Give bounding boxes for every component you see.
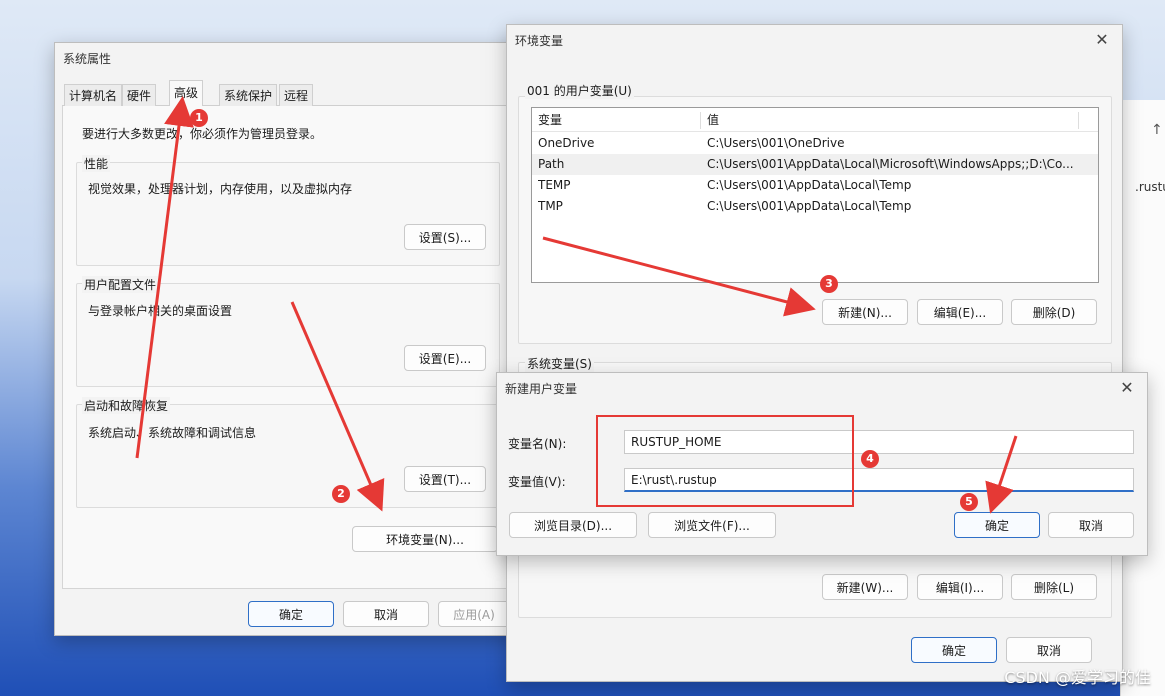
annotation-badge: 3	[820, 275, 838, 293]
annotation-arrow-1	[135, 96, 194, 459]
annotation-badge: 5	[960, 493, 978, 511]
annotation-badge: 2	[332, 485, 350, 503]
annotation-arrows	[135, 96, 1018, 514]
annotation-arrow-2	[290, 301, 385, 512]
annotation-arrow-3	[542, 236, 816, 317]
annotation-badge: 4	[861, 450, 879, 468]
annotation-badge: 1	[190, 109, 208, 127]
watermark: CSDN @爱学习的佳	[1004, 668, 1151, 687]
annotation-arrow-5	[985, 435, 1018, 514]
